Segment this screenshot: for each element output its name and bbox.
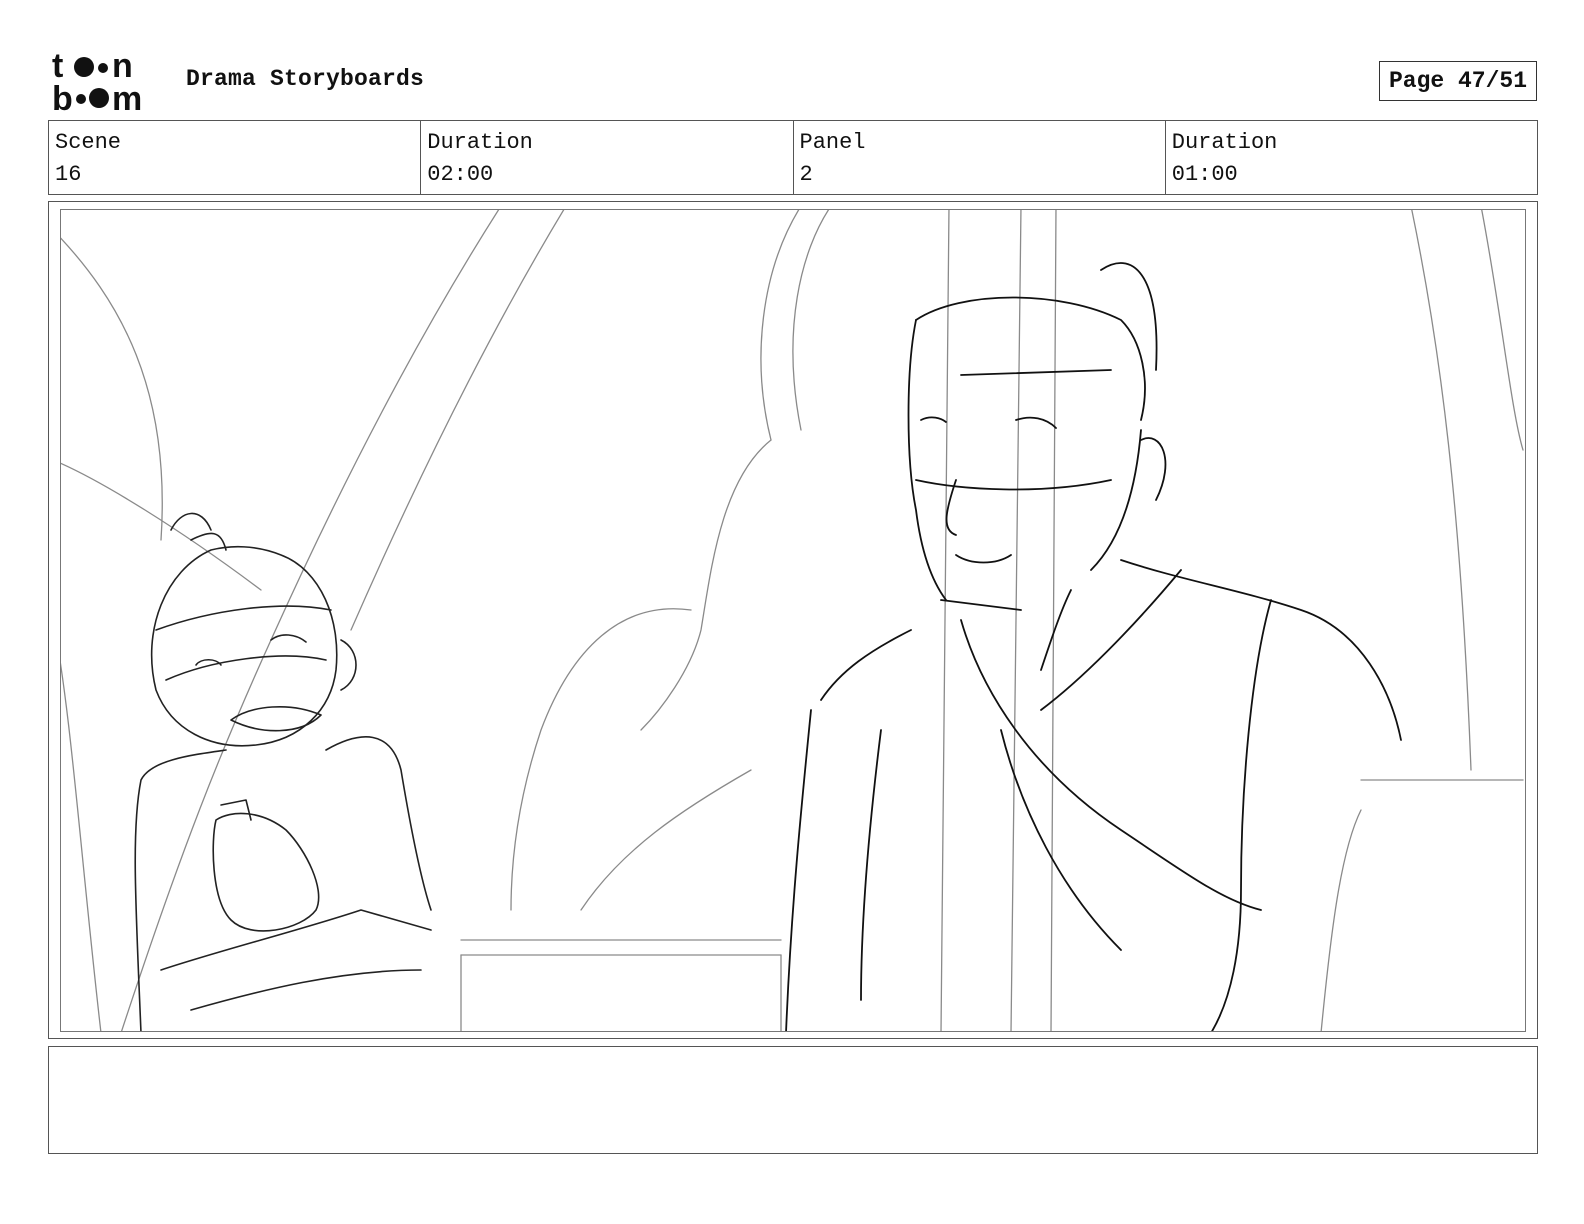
scene-label: Scene — [55, 130, 122, 155]
document-title: Drama Storyboards — [186, 66, 425, 92]
storyboard-sketch — [60, 209, 1526, 1032]
svg-text:b: b — [52, 80, 73, 112]
panel-duration-value: 01:00 — [1171, 162, 1238, 187]
scene-duration-label: Duration — [427, 130, 533, 155]
panel-value: 2 — [799, 162, 813, 187]
background-sketch-lines — [61, 210, 1524, 1031]
scene-info-table: Scene 16 Duration 02:00 Panel 2 Duration… — [48, 120, 1538, 195]
scene-cell: Scene 16 — [49, 121, 422, 194]
svg-text:m: m — [112, 80, 142, 112]
page-indicator: Page 47/51 — [1379, 61, 1537, 101]
scene-duration-value: 02:00 — [427, 162, 494, 187]
scene-value: 16 — [55, 162, 82, 187]
panel-cell: Panel 2 — [794, 121, 1166, 194]
panel-duration-label: Duration — [1171, 130, 1278, 155]
toon-boom-logo: t n b m — [52, 47, 164, 118]
scene-duration-cell: Duration 02:00 — [421, 121, 794, 194]
panel-duration-cell: Duration 01:00 — [1166, 121, 1537, 194]
panel-notes-box — [48, 1046, 1538, 1154]
panel-label: Panel — [799, 130, 866, 155]
man-character-sketch — [785, 262, 1402, 1031]
child-character-sketch — [134, 512, 432, 1031]
